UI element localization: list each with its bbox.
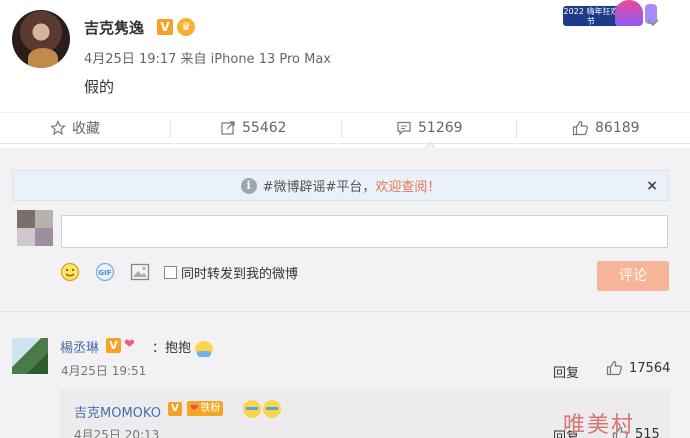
comment-section: i #微博辟谣#平台， 欢迎查阅！ × GIF 同时转发到我的微博 评论 楊丞琳… [0, 148, 690, 438]
author-avatar[interactable] [12, 10, 70, 68]
event-banner[interactable]: 2022 嗨年狂欢节 [563, 0, 685, 30]
reply-author-name[interactable]: 吉克MOMOKO [74, 402, 161, 421]
banner-figure [615, 0, 643, 26]
action-bar: 收藏 55462 51269 86189 [0, 112, 690, 144]
gif-button[interactable]: GIF [94, 262, 116, 282]
author-name[interactable]: 吉克隽逸 [84, 17, 144, 38]
notice-text[interactable]: #微博辟谣#平台， [263, 176, 376, 195]
gif-icon: GIF [95, 262, 115, 282]
notice-link[interactable]: 欢迎查阅！ [375, 176, 440, 195]
comment-text: ：抱抱 [152, 337, 214, 357]
reply-like-count: 515 [635, 426, 660, 438]
crying-emoji-icon [243, 400, 289, 418]
thumbs-up-icon [572, 120, 588, 136]
verified-badge: V [157, 19, 173, 35]
checkbox-box[interactable] [164, 265, 177, 279]
repost-checkbox[interactable]: 同时转发到我的微博 [164, 263, 298, 282]
smiley-icon [60, 262, 80, 282]
comment-input[interactable] [61, 215, 668, 248]
verified-badge: V [106, 338, 121, 353]
comment-time: 4月25日 19:51 [61, 364, 147, 378]
image-icon [130, 263, 150, 281]
favorite-button[interactable]: 收藏 [50, 113, 100, 143]
post-text: 假的 [84, 78, 115, 96]
comment-text-content: ：抱抱 [152, 341, 192, 356]
submit-comment-button[interactable]: 评论 [597, 261, 669, 291]
heart-icon: ❤ [124, 337, 135, 352]
fan-badge-label: 铁粉 [200, 403, 221, 414]
comment-like-button[interactable]: 17564 [606, 360, 670, 376]
comment-count: 51269 [418, 120, 463, 136]
commenter-name[interactable]: 楊丞琳 [60, 337, 99, 356]
gif-label: GIF [98, 269, 111, 277]
repost-count: 55462 [242, 120, 287, 136]
watermark: 唯美村 [563, 413, 636, 438]
hug-emoji-icon [195, 340, 214, 357]
heart-icon: ❤ [190, 403, 199, 414]
commenter-avatar[interactable] [12, 338, 48, 374]
divider [516, 120, 517, 138]
weibo-post: 吉克隽逸 V ♛ 4月25日 19:17 来自 iPhone 13 Pro Ma… [0, 0, 690, 112]
divider [341, 120, 342, 138]
comment-button[interactable]: 51269 [396, 113, 463, 143]
notice-content: i #微博辟谣#平台， 欢迎查阅！ [13, 171, 668, 200]
thumbs-up-icon [606, 360, 622, 376]
rumor-notice: i #微博辟谣#平台， 欢迎查阅！ × [12, 170, 669, 201]
composer-toolbar: GIF 同时转发到我的微博 [60, 262, 298, 282]
repost-button[interactable]: 55462 [220, 113, 287, 143]
banner-text: 2022 嗨年狂欢节 [563, 6, 619, 26]
image-button[interactable] [130, 263, 150, 281]
favorite-label: 收藏 [72, 121, 100, 137]
vip-crown-icon: ♛ [177, 18, 195, 36]
like-button[interactable]: 86189 [572, 113, 640, 143]
chevron-down-icon[interactable] [645, 14, 661, 30]
reply-button[interactable]: 回复 [553, 362, 579, 381]
repost-checkbox-label: 同时转发到我的微博 [181, 266, 299, 282]
repost-icon [221, 121, 235, 135]
section-divider [0, 311, 690, 312]
comment-like-count: 17564 [629, 360, 671, 376]
comment-icon [397, 121, 411, 136]
verified-badge: V [168, 402, 182, 416]
post-meta: 4月25日 19:17 来自 iPhone 13 Pro Max [84, 52, 331, 67]
close-icon[interactable]: × [646, 178, 658, 194]
reply-time: 4月25日 20:13 [74, 428, 160, 438]
star-icon [50, 120, 66, 136]
like-count: 86189 [595, 120, 640, 136]
my-avatar [17, 210, 53, 246]
fan-badge: ❤ 铁粉 [187, 401, 224, 416]
divider [170, 120, 171, 138]
emoji-button[interactable] [60, 262, 80, 282]
info-icon: i [240, 177, 257, 194]
avatar-pet [28, 48, 58, 68]
